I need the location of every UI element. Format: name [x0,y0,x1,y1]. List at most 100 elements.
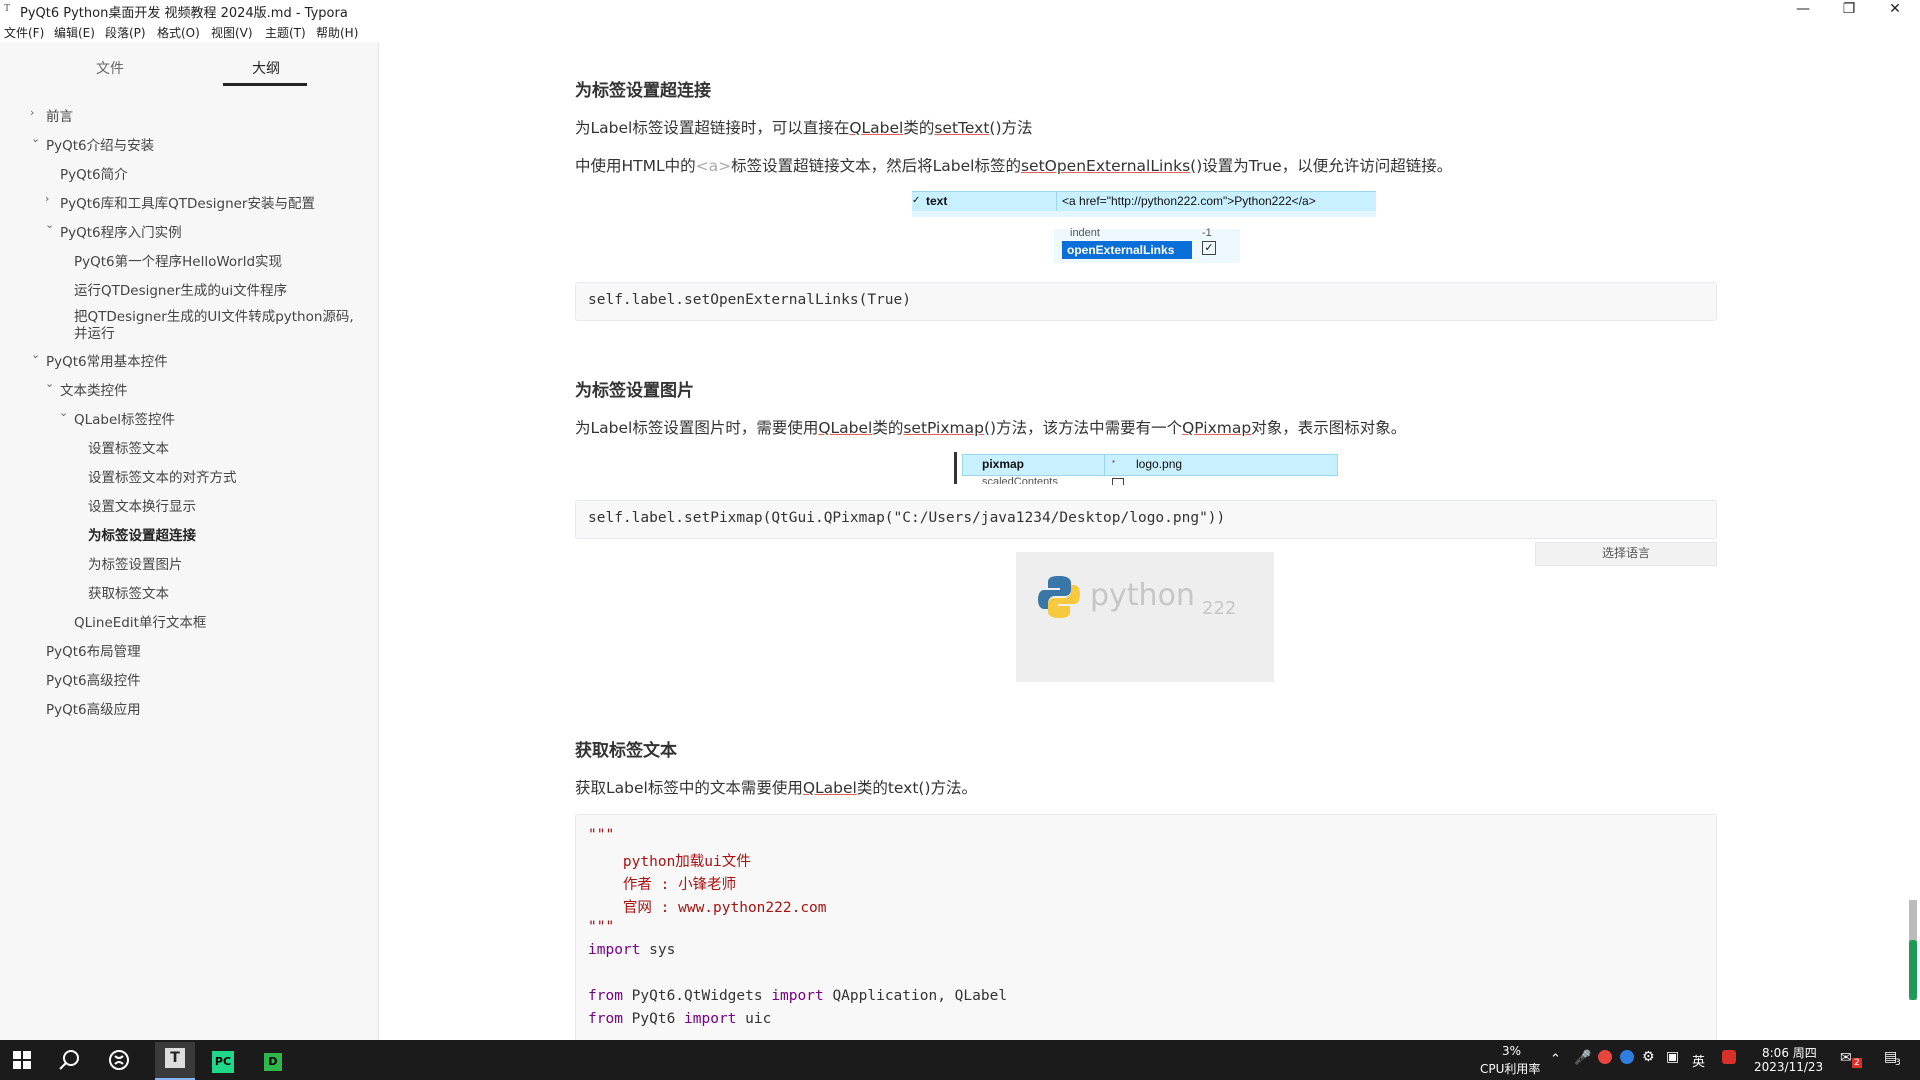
outline-item[interactable]: QLineEdit单行文本框 [74,611,206,631]
outline-item[interactable]: 把QTDesigner生成的UI文件转成python源码, [74,305,354,325]
outline-item[interactable]: 文本类控件 [60,379,128,399]
close-button[interactable]: ✕ [1872,0,1918,20]
menu-theme[interactable]: 主题(T) [265,24,306,41]
chevron-down-icon[interactable]: ⌄ [31,132,40,145]
chevron-down-icon[interactable]: ⌄ [45,218,54,231]
tab-files[interactable]: 文件 [96,58,124,78]
editor-content[interactable]: 为标签设置超连接 为Label标签设置超链接时，可以直接在QLabel类的set… [379,42,1920,1056]
menu-view[interactable]: 视图(V) [211,24,253,41]
chevron-right-icon[interactable]: › [30,106,34,119]
tray-app-icon[interactable] [1620,1050,1634,1064]
prop-name: text [926,194,948,208]
code-line: import sys [588,942,676,958]
paragraph[interactable]: 获取Label标签中的文本需要使用QLabel类的text()方法。 [575,776,977,798]
pycharm-icon[interactable]: PC [205,1046,241,1074]
scrollbar-indicator [1909,940,1917,1000]
outline-item[interactable]: PyQt6简介 [60,163,128,183]
notification-badge: 2 [1852,1058,1862,1068]
outline-item[interactable]: 前言 [46,105,73,125]
menu-format[interactable]: 格式(O) [157,24,200,41]
image-file-icon: ▪ [1112,457,1115,466]
tray-app-icon[interactable] [1598,1050,1612,1064]
prop-name: pixmap [982,457,1025,471]
input-method-indicator[interactable]: 英 [1692,1051,1705,1070]
cpu-percent: 3% [1502,1044,1522,1058]
logo-number: 222 [1202,598,1237,619]
app-d-icon[interactable]: D [255,1046,291,1074]
outline-item[interactable]: PyQt6程序入门实例 [60,221,182,241]
app-icon: T [4,3,11,14]
outline-item[interactable]: PyQt6第一个程序HelloWorld实现 [74,250,282,270]
code-block[interactable]: self.label.setOpenExternalLinks(True) [575,282,1717,321]
code-line: 官网 : www.python222.com [588,900,827,916]
chevron-right-icon[interactable]: › [45,192,49,205]
prop-name: indent [1070,227,1100,237]
select-language-button[interactable]: 选择语言 [1535,542,1717,566]
menu-paragraph[interactable]: 段落(P) [105,24,146,41]
outline-item[interactable]: 运行QTDesigner生成的ui文件程序 [74,279,287,299]
outline-item[interactable]: 设置标签文本 [88,437,169,457]
section-heading[interactable]: 为标签设置超连接 [575,76,711,101]
menu-help[interactable]: 帮助(H) [316,24,358,41]
property-editor-image: pixmap ▪ logo.png scaledContents [954,452,1338,485]
check-icon: ✓ [912,195,921,206]
restore-button[interactable]: ❐ [1826,0,1872,20]
network-icon[interactable]: ⚙ [1642,1049,1655,1065]
menu-edit[interactable]: 编辑(E) [54,24,95,41]
chevron-down-icon[interactable]: ⌄ [59,406,68,419]
prop-value: logo.png [1136,457,1183,471]
windows-start-icon[interactable] [4,1046,40,1074]
checkbox-icon [1112,478,1124,485]
active-tab-indicator [223,83,307,86]
chevron-down-icon[interactable]: ⌄ [31,348,40,361]
outline-item[interactable]: PyQt6布局管理 [46,640,141,660]
code-line: 作者 : 小锋老师 [588,877,737,893]
prop-name: scaledContents [982,476,1058,484]
notification-count: 3 [1895,1058,1901,1068]
prop-value: <a href="http://python222.com">Python222… [1062,194,1316,208]
outline-item[interactable]: 设置标签文本的对齐方式 [88,466,237,486]
title-bar: T PyQt6 Python桌面开发 视频教程 2024版.md - Typor… [0,0,1920,21]
outline-item[interactable]: QLabel标签控件 [74,408,175,428]
chevron-down-icon[interactable]: ⌄ [45,377,54,390]
outline-item[interactable]: PyQt6库和工具库QTDesigner安装与配置 [60,192,315,212]
code-block[interactable]: """ python加载ui文件 作者 : 小锋老师 官网 : www.pyth… [575,814,1717,1056]
outline-item[interactable]: 为标签设置图片 [88,553,183,573]
paragraph[interactable]: 为Label标签设置超链接时，可以直接在QLabel类的setText()方法 [575,116,1033,138]
prop-name-selected: openExternalLinks [1067,243,1175,257]
outline-item-active[interactable]: 为标签设置超连接 [88,524,196,544]
section-heading[interactable]: 获取标签文本 [575,736,677,761]
paragraph[interactable]: 为Label标签设置图片时，需要使用QLabel类的setPixmap()方法，… [575,416,1406,438]
code-line: self.label.setPixmap(QtGui.QPixmap("C:/U… [588,510,1226,526]
outline-item[interactable]: PyQt6常用基本控件 [46,350,168,370]
outline-item[interactable]: PyQt6高级控件 [46,669,141,689]
paragraph[interactable]: 中使用HTML中的<a>标签设置超链接文本，然后将Label标签的setOpen… [575,154,1452,176]
outline-item[interactable]: 设置文本换行显示 [88,495,196,515]
code-block[interactable]: self.label.setPixmap(QtGui.QPixmap("C:/U… [575,500,1717,539]
display-icon[interactable]: ▣ [1666,1049,1679,1065]
python-logo-image: python 222 [1016,552,1274,682]
checkbox-checked-icon: ✓ [1202,241,1216,255]
tab-outline[interactable]: 大纲 [252,58,280,78]
notification-app-icon[interactable]: ✉ [1840,1050,1852,1066]
clock-date[interactable]: 2023/11/23 [1754,1060,1823,1074]
logo-text: python [1090,578,1195,613]
tray-app-icon[interactable] [1722,1050,1736,1064]
outline-item-continued[interactable]: 并运行 [74,322,115,342]
code-line: self.label.setOpenExternalLinks(True) [588,292,912,308]
outline-item[interactable]: 获取标签文本 [88,582,169,602]
menu-file[interactable]: 文件(F) [4,24,44,41]
chevron-up-icon[interactable]: ⌃ [1550,1052,1561,1067]
prop-value: -1 [1202,227,1212,237]
property-editor-image: ✓ text <a href="http://python222.com">Py… [912,191,1376,263]
section-heading[interactable]: 为标签设置图片 [575,376,694,401]
code-line: python加载ui文件 [588,854,751,870]
minimize-button[interactable]: — [1780,0,1826,20]
clock-time[interactable]: 8:06 周四 [1762,1044,1817,1061]
outline-item[interactable]: PyQt6高级应用 [46,698,141,718]
outline-item[interactable]: PyQt6介绍与安装 [46,134,154,154]
microphone-icon[interactable]: 🎤 [1574,1050,1591,1066]
typora-taskbar-icon[interactable]: T [155,1042,195,1080]
search-icon[interactable] [52,1046,88,1074]
task-view-icon[interactable] [101,1046,137,1074]
